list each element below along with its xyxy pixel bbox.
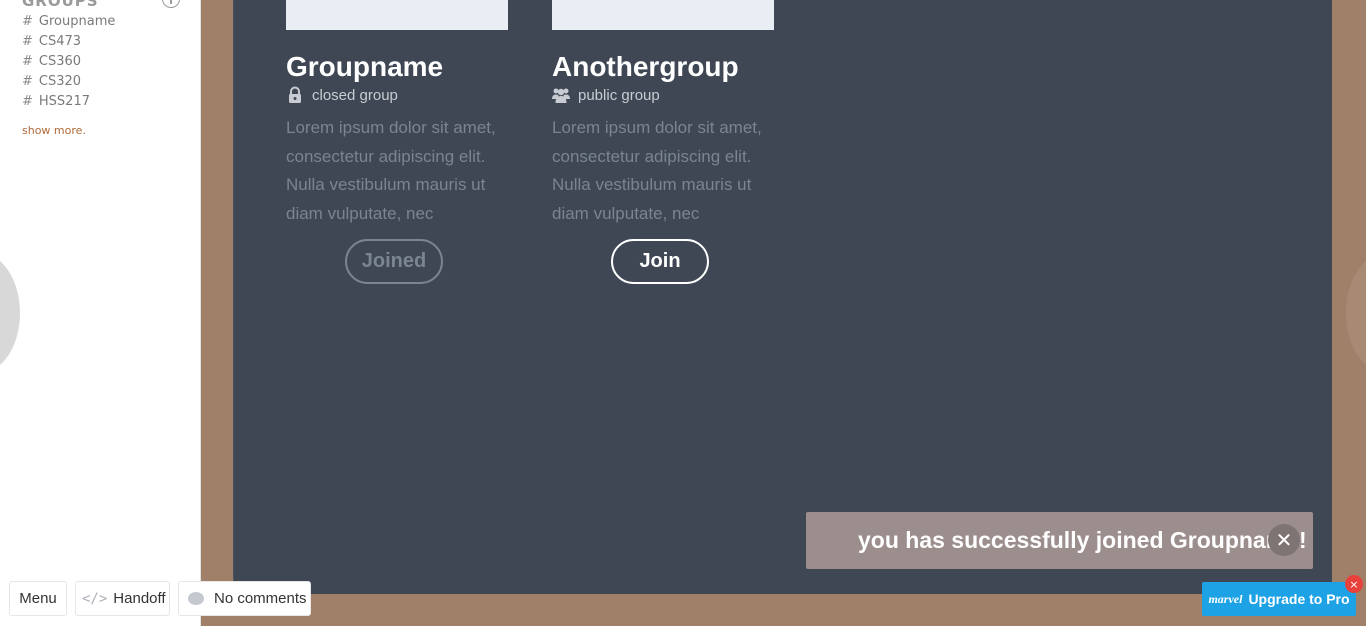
group-title: Anothergroup xyxy=(552,51,739,82)
group-list: # Groupname # CS473 # CS360 # CS320 # HSS217 xyxy=(22,12,115,112)
description-line: consectetur adipiscing elit. xyxy=(286,146,486,166)
group-item-label: CS320 xyxy=(38,74,82,89)
comment-bubble-icon xyxy=(188,592,204,605)
users-icon xyxy=(552,88,570,103)
toast-close-button[interactable]: ✕ xyxy=(1268,524,1300,556)
group-type: public group xyxy=(552,86,660,104)
hash-icon: # xyxy=(22,34,33,49)
show-more-link[interactable]: show more. xyxy=(22,124,86,137)
sidebar: GROUPS # Groupname # CS473 # CS360 # CS320 #… xyxy=(0,0,201,626)
upgrade-button[interactable]: marvel Upgrade to Pro xyxy=(1202,582,1356,616)
group-item[interactable]: # Groupname xyxy=(22,12,115,32)
hash-icon: # xyxy=(22,54,33,69)
hash-icon: # xyxy=(22,14,33,29)
group-description: Lorem ipsum dolor sit amet, consectetur … xyxy=(286,114,508,228)
add-group-icon[interactable] xyxy=(162,0,180,8)
group-item-label: HSS217 xyxy=(38,94,90,109)
description-line: Nulla vestibulum mauris ut xyxy=(286,175,486,194)
group-type: closed group xyxy=(286,86,398,104)
description-line: Lorem ipsum dolor sit amet, xyxy=(286,118,496,137)
description-line: Lorem ipsum dolor sit amet, xyxy=(552,118,762,137)
marvel-logo: marvel xyxy=(1208,591,1243,606)
joined-button[interactable]: Joined xyxy=(345,239,443,284)
lock-icon xyxy=(289,86,301,103)
group-type-label: closed group xyxy=(312,86,398,104)
toast-message: you has successfully joined Groupname! xyxy=(858,527,1307,553)
menu-label: Menu xyxy=(19,590,57,607)
prototype-screen: Groupname closed group Lorem ipsum dolor… xyxy=(233,0,1332,594)
group-image xyxy=(552,0,774,30)
group-item[interactable]: # CS473 xyxy=(22,32,115,52)
description-line: diam vulputate, nec xyxy=(286,203,434,223)
code-icon: </> xyxy=(82,590,108,607)
description-line: diam vulputate, nec xyxy=(552,203,700,223)
group-title: Groupname xyxy=(286,51,444,82)
comments-button[interactable]: No comments xyxy=(178,581,311,616)
join-button[interactable]: Join xyxy=(611,239,709,284)
group-type-label: public group xyxy=(578,86,660,104)
group-description: Lorem ipsum dolor sit amet, consectetur … xyxy=(552,114,774,228)
handoff-label: Handoff xyxy=(113,590,166,607)
group-item[interactable]: # CS320 xyxy=(22,72,115,92)
group-item[interactable]: # HSS217 xyxy=(22,92,115,112)
success-toast: you has successfully joined Groupname! ✕ xyxy=(806,512,1313,569)
group-item-label: CS473 xyxy=(38,34,82,49)
group-item-label: CS360 xyxy=(38,54,82,69)
hash-icon: # xyxy=(22,74,33,89)
hash-icon: # xyxy=(22,94,33,109)
upgrade-label: Upgrade to Pro xyxy=(1248,591,1350,607)
groups-heading: GROUPS xyxy=(22,0,99,10)
description-line: consectetur adipiscing elit. xyxy=(552,146,752,166)
handoff-button[interactable]: </> Handoff xyxy=(75,581,170,616)
upgrade-close-button[interactable]: × xyxy=(1345,575,1363,593)
next-screen-button[interactable] xyxy=(1346,253,1366,373)
group-image xyxy=(286,0,508,30)
menu-button[interactable]: Menu xyxy=(9,581,67,616)
comments-label: No comments xyxy=(214,590,307,607)
group-item-label: Groupname xyxy=(38,14,116,29)
description-line: Nulla vestibulum mauris ut xyxy=(552,175,752,194)
group-item[interactable]: # CS360 xyxy=(22,52,115,72)
